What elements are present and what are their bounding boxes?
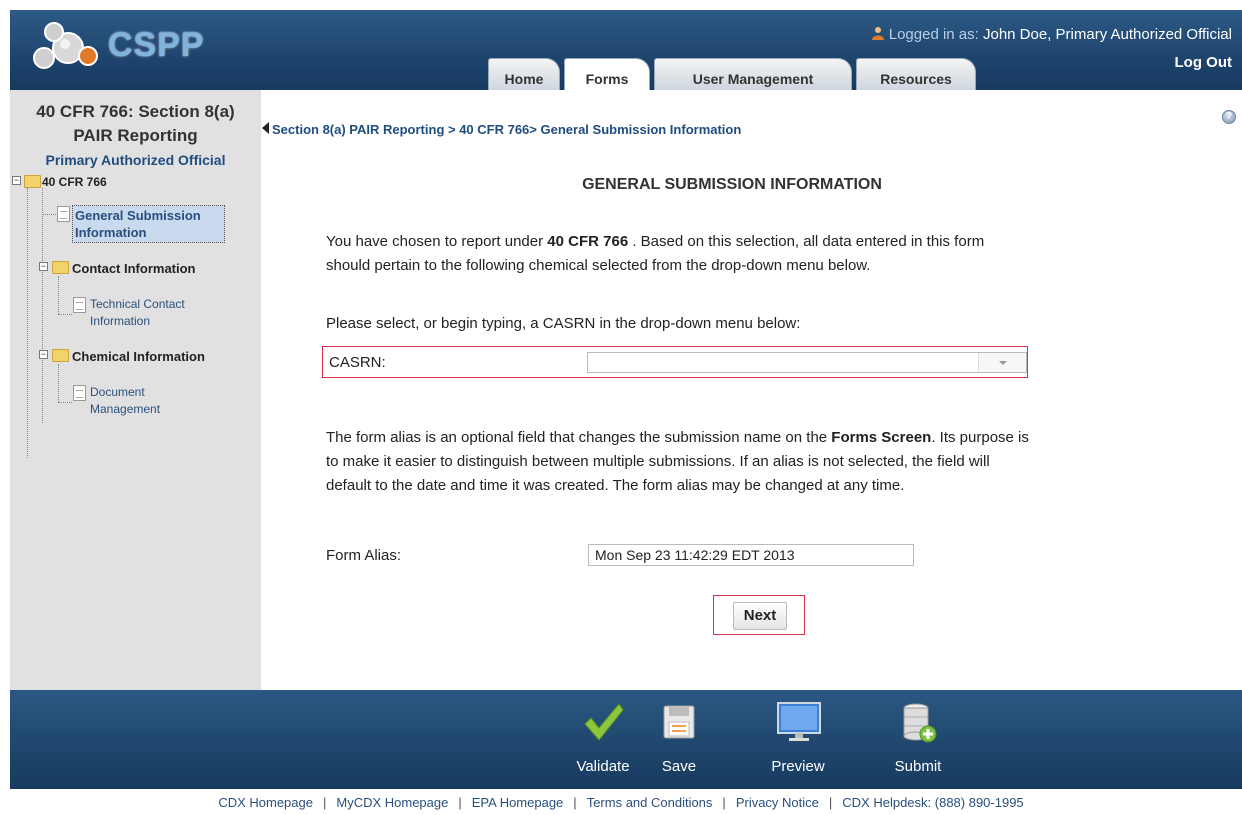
- footer-separator: |: [322, 795, 327, 810]
- sidebar-role: Primary Authorized Official: [45, 152, 226, 168]
- footer-link-terms[interactable]: Terms and Conditions: [587, 795, 713, 810]
- validate-button[interactable]: Validate: [559, 690, 647, 789]
- form-alias-input[interactable]: [588, 544, 914, 566]
- alias-description-part: . Its purpose is: [931, 429, 1029, 446]
- collapse-icon[interactable]: −: [12, 176, 21, 185]
- submit-label: Submit: [894, 758, 942, 775]
- chevron-down-icon[interactable]: [978, 353, 1026, 372]
- logged-in-user: John Doe, Primary Authorized Official: [982, 26, 1232, 43]
- next-button[interactable]: Next: [733, 602, 787, 630]
- alias-description-line3: default to the date and time it was crea…: [326, 477, 905, 494]
- footer-link-epa-homepage[interactable]: EPA Homepage: [472, 795, 564, 810]
- footer-separator: |: [722, 795, 726, 810]
- footer-separator: |: [828, 795, 833, 810]
- sidebar-item-contact-information[interactable]: Contact Information: [72, 261, 196, 276]
- tree-line: [27, 188, 28, 458]
- sidebar-item-technical-contact[interactable]: Technical Contact Information: [90, 296, 185, 330]
- sidebar-item-label: Technical Contact: [90, 297, 185, 311]
- alias-description-bold: Forms Screen: [831, 429, 932, 446]
- tree-line: [42, 188, 43, 423]
- casrn-row: CASRN:: [322, 346, 1028, 378]
- footer-link-cdx-homepage[interactable]: CDX Homepage: [218, 795, 313, 810]
- alias-description: The form alias is an optional field that…: [326, 426, 1029, 498]
- collapse-icon[interactable]: −: [39, 262, 48, 271]
- validate-label: Validate: [576, 758, 630, 775]
- footer-separator: |: [458, 795, 462, 810]
- preview-button[interactable]: Preview: [755, 690, 841, 789]
- select-prompt: Please select, or begin typing, a CASRN …: [326, 315, 801, 332]
- intro-text: You have chosen to report under 40 CFR 7…: [326, 230, 984, 278]
- casrn-dropdown[interactable]: [587, 352, 1027, 373]
- tab-user-management[interactable]: User Management: [654, 58, 852, 90]
- database-add-icon: [903, 703, 937, 743]
- sidebar: 40 CFR 766: Section 8(a) PAIR Reporting …: [10, 90, 261, 690]
- next-highlight: Next: [713, 595, 805, 635]
- sidebar-item-label: Management: [90, 402, 161, 416]
- intro-text-part: . Based on this selection, all data ente…: [628, 233, 985, 250]
- intro-text-part: You have chosen to report under: [326, 233, 548, 250]
- sidebar-title-line1: 40 CFR 766: Section 8(a): [36, 102, 235, 121]
- footer-link-mycdx-homepage[interactable]: MyCDX Homepage: [336, 795, 448, 810]
- sidebar-item-document-management[interactable]: Document Management: [90, 384, 160, 418]
- monitor-icon: [777, 702, 821, 741]
- tree-line: [42, 214, 56, 215]
- folder-icon: [24, 175, 41, 188]
- save-label: Save: [661, 758, 697, 775]
- collapse-sidebar-arrow-icon[interactable]: [262, 122, 269, 134]
- footer-link-helpdesk[interactable]: CDX Helpdesk: (888) 890-1995: [842, 795, 1023, 810]
- logged-in-status: Logged in as: John Doe, Primary Authoriz…: [871, 26, 1232, 43]
- tree-root-label[interactable]: 40 CFR 766: [42, 175, 107, 189]
- sidebar-item-label: Document: [90, 385, 145, 399]
- tree-line: [58, 402, 72, 403]
- user-icon: [871, 27, 884, 40]
- intro-text-bold: 40 CFR 766: [547, 233, 629, 250]
- tab-resources[interactable]: Resources: [856, 58, 976, 90]
- intro-text-line2: should pertain to the following chemical…: [326, 257, 871, 274]
- submit-button[interactable]: Submit: [878, 690, 958, 789]
- tree-line: [58, 276, 59, 314]
- cspp-logo[interactable]: CSPP: [30, 18, 220, 72]
- help-icon[interactable]: ?: [1222, 110, 1236, 124]
- document-icon: [57, 206, 70, 222]
- alias-description-line2: to make it easier to distinguish between…: [326, 453, 990, 470]
- action-toolbar: Validate Save Preview Submit: [10, 690, 1242, 789]
- logged-in-label: Logged in as:: [888, 26, 979, 43]
- sidebar-item-chemical-information[interactable]: Chemical Information: [72, 349, 205, 364]
- collapse-icon[interactable]: −: [39, 350, 48, 359]
- save-button[interactable]: Save: [642, 690, 716, 789]
- form-alias-label: Form Alias:: [326, 547, 402, 564]
- app-header: CSPP Logged in as: John Doe, Primary Aut…: [10, 10, 1242, 90]
- sidebar-item-general-submission[interactable]: General Submission Information: [72, 205, 225, 243]
- casrn-label: CASRN:: [329, 354, 386, 371]
- sidebar-item-label: General Submission: [75, 208, 201, 223]
- logout-link[interactable]: Log Out: [1175, 54, 1232, 71]
- folder-icon: [52, 349, 69, 362]
- document-icon: [73, 297, 86, 313]
- logo-text: CSPP: [108, 26, 205, 64]
- sidebar-title-line2: PAIR Reporting: [73, 126, 198, 145]
- checkmark-icon: [584, 703, 624, 741]
- floppy-disk-icon: [663, 705, 695, 739]
- tab-forms[interactable]: Forms: [564, 58, 650, 90]
- sidebar-title: 40 CFR 766: Section 8(a) PAIR Reporting: [10, 100, 261, 148]
- folder-icon: [52, 261, 69, 274]
- footer: CDX Homepage | MyCDX Homepage | EPA Homepage…: [0, 789, 1242, 815]
- sidebar-item-label: Information: [90, 314, 151, 328]
- tree-line: [58, 314, 72, 315]
- document-icon: [73, 385, 86, 401]
- tab-home[interactable]: Home: [488, 58, 560, 90]
- alias-description-part: The form alias is an optional field that…: [326, 429, 832, 446]
- tree-line: [58, 364, 59, 402]
- footer-separator: |: [573, 795, 577, 810]
- molecule-icon: [33, 22, 98, 69]
- preview-label: Preview: [771, 758, 825, 775]
- footer-link-privacy[interactable]: Privacy Notice: [736, 795, 819, 810]
- breadcrumb[interactable]: Section 8(a) PAIR Reporting > 40 CFR 766…: [272, 122, 741, 137]
- page-title: GENERAL SUBMISSION INFORMATION: [582, 176, 882, 193]
- sidebar-item-label: Information: [75, 225, 147, 240]
